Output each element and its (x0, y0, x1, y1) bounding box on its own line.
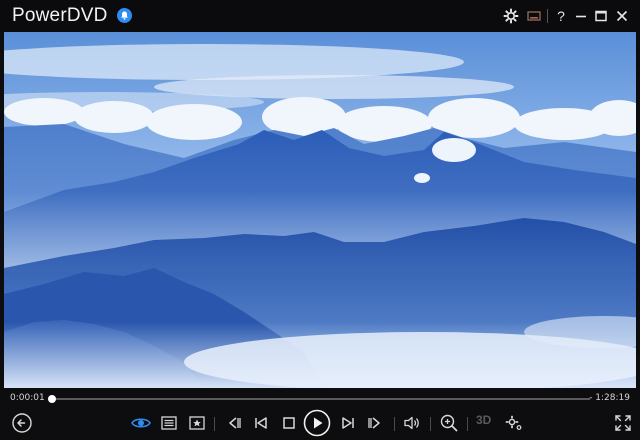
volume-icon[interactable] (401, 412, 423, 434)
title-bar: PowerDVD ? (0, 0, 640, 32)
elapsed-time: 0:00:01 (10, 393, 45, 403)
controls-separator (214, 417, 215, 431)
3d-icon[interactable]: 3D (476, 413, 491, 427)
remaining-time: - 1:28:19 (589, 393, 630, 403)
titlebar-separator (547, 9, 548, 23)
help-icon[interactable]: ? (552, 7, 570, 25)
close-icon[interactable] (613, 7, 631, 25)
seek-bar-row: 0:00:01 - 1:28:19 (0, 390, 640, 408)
app-title: PowerDVD (12, 5, 108, 26)
controls-separator (394, 417, 395, 431)
mini-player-icon[interactable] (525, 7, 543, 25)
skip-forward-icon[interactable] (337, 412, 359, 434)
eye-icon[interactable] (130, 412, 152, 434)
playlist-icon[interactable] (158, 412, 180, 434)
maximize-icon[interactable] (592, 7, 610, 25)
skip-back-icon[interactable] (250, 412, 272, 434)
previous-chapter-icon[interactable] (222, 412, 244, 434)
settings-icon[interactable] (503, 412, 525, 434)
bookmark-icon[interactable] (186, 412, 208, 434)
playback-controls: 3D (0, 408, 640, 440)
controls-separator (430, 417, 431, 431)
controls-separator (467, 417, 468, 431)
bell-icon[interactable] (117, 8, 132, 23)
play-icon[interactable] (303, 409, 331, 437)
settings-icon[interactable] (502, 7, 520, 25)
back-icon[interactable] (11, 412, 33, 434)
seek-knob[interactable] (48, 395, 56, 403)
svg-text:?: ? (557, 8, 565, 24)
minimize-icon[interactable] (572, 7, 590, 25)
fullscreen-icon[interactable] (612, 412, 634, 434)
stop-icon[interactable] (278, 412, 300, 434)
video-frame[interactable] (4, 32, 636, 388)
seek-bar[interactable] (48, 395, 590, 403)
next-chapter-icon[interactable] (365, 412, 387, 434)
zoom-icon[interactable] (438, 412, 460, 434)
